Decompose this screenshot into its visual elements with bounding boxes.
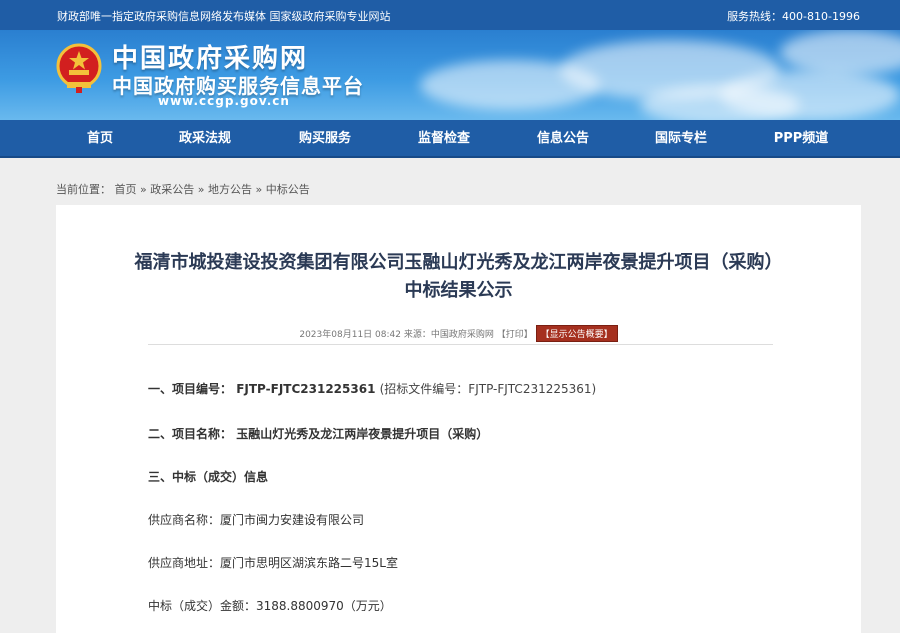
supplier-address: 供应商地址：厦门市思明区湖滨东路二号15L室 (148, 556, 398, 570)
article-source: 来源：中国政府采购网 (403, 330, 494, 340)
supplier-name: 供应商名称：厦门市闽力安建设有限公司 (148, 513, 365, 527)
article-card: 福清市城投建设投资集团有限公司玉融山灯光秀及龙江两岸夜景提升项目（采购） 中标结… (56, 205, 861, 633)
main-nav: 首页 政采法规 购买服务 监督检查 信息公告 国际专栏 PPP频道 (0, 120, 900, 158)
top-info-bar: 财政部唯一指定政府采购信息网络发布媒体 国家级政府采购专业网站 服务热线：400… (0, 0, 900, 30)
article-date: 2023年08月11日 08:42 (299, 330, 401, 340)
breadcrumb-award[interactable]: 中标公告 (266, 183, 310, 196)
award-amount: 中标（成交）金额：3188.8800970（万元） (148, 599, 392, 613)
award-info-heading: 三、中标（成交）信息 (148, 470, 269, 484)
site-notice: 财政部唯一指定政府采购信息网络发布媒体 国家级政府采购专业网站 (57, 10, 391, 23)
breadcrumb: 当前位置： 首页 » 政采公告 » 地方公告 » 中标公告 (56, 181, 310, 197)
article-title-line1: 福清市城投建设投资集团有限公司玉融山灯光秀及龙江两岸夜景提升项目（采购） (134, 252, 783, 273)
article-meta: 2023年08月11日 08:42 来源：中国政府采购网 【打印】 【显示公告概… (56, 325, 861, 342)
article-title: 福清市城投建设投资集团有限公司玉融山灯光秀及龙江两岸夜景提升项目（采购） 中标结… (56, 249, 861, 305)
site-url: www.ccgp.gov.cn (158, 94, 290, 108)
breadcrumb-announcements[interactable]: 政采公告 (150, 183, 194, 196)
site-banner: 中国政府采购网 中国政府购买服务信息平台 www.ccgp.gov.cn (0, 30, 900, 120)
breadcrumb-separator: » (255, 183, 263, 196)
project-name-value: 玉融山灯光秀及龙江两岸夜景提升项目（采购） (236, 427, 489, 441)
tender-doc-number: (招标文件编号：FJTP-FJTC231225361) (379, 382, 597, 396)
project-number-line: 一、项目编号： FJTP-FJTC231225361 (招标文件编号：FJTP-… (148, 380, 596, 397)
national-emblem-icon (56, 43, 102, 93)
project-name-line: 二、项目名称： 玉融山灯光秀及龙江两岸夜景提升项目（采购） (148, 425, 488, 442)
breadcrumb-separator: » (197, 183, 205, 196)
print-link[interactable]: 【打印】 (497, 330, 533, 340)
breadcrumb-local[interactable]: 地方公告 (208, 183, 252, 196)
nav-regulations[interactable]: 政采法规 (155, 120, 255, 158)
nav-service-procurement[interactable]: 购买服务 (275, 120, 375, 158)
service-hotline: 服务热线：400-810-1996 (727, 10, 860, 23)
nav-announcements[interactable]: 信息公告 (513, 120, 613, 158)
nav-supervision[interactable]: 监督检查 (394, 120, 494, 158)
nav-ppp[interactable]: PPP频道 (751, 120, 851, 158)
project-name-label: 二、项目名称： (148, 427, 233, 441)
breadcrumb-prefix: 当前位置： (56, 183, 111, 196)
nav-international[interactable]: 国际专栏 (631, 120, 731, 158)
breadcrumb-separator: » (140, 183, 147, 196)
article-title-line2: 中标结果公示 (404, 280, 513, 301)
breadcrumb-home[interactable]: 首页 (115, 183, 137, 196)
project-number-value: FJTP-FJTC231225361 (236, 382, 376, 396)
project-number-label: 一、项目编号： (148, 382, 233, 396)
nav-home[interactable]: 首页 (50, 120, 150, 158)
meta-divider (148, 344, 773, 345)
show-overview-button[interactable]: 【显示公告概要】 (535, 325, 618, 342)
